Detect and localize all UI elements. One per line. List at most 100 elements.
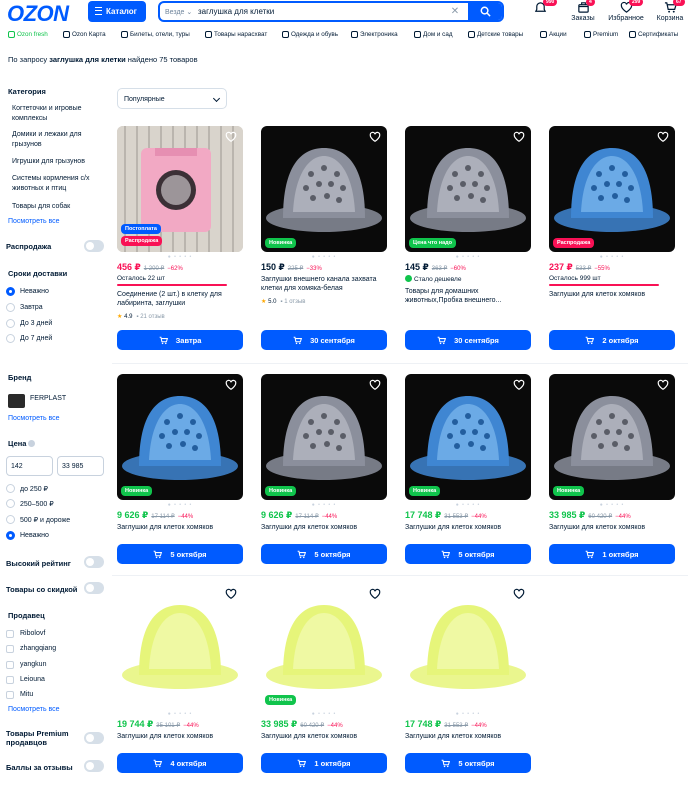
product-title[interactable]: Заглушки для клеток хомяков (549, 290, 673, 299)
nav-item[interactable]: Сертификаты (629, 31, 678, 38)
nav-item[interactable]: Акции (540, 31, 567, 38)
categories-see-all-link[interactable]: Посмотреть все (8, 218, 60, 225)
product-image[interactable]: Новинка (261, 583, 387, 709)
category-item[interactable]: Товары для собак (12, 202, 104, 212)
review-count[interactable]: ▪ 1 отзыв (280, 299, 305, 305)
image-pager-dots[interactable]: ● • • • • (117, 711, 243, 717)
add-to-cart-button[interactable]: 30 сентября (261, 330, 387, 350)
product-title[interactable]: Заглушки для клеток хомяков (261, 523, 385, 532)
review-points-toggle[interactable] (84, 760, 104, 772)
add-to-cart-button[interactable]: 5 октября (405, 753, 531, 773)
add-to-cart-button[interactable]: 4 октября (117, 753, 243, 773)
heart-icon[interactable] (225, 131, 237, 143)
nav-item[interactable]: Ozon fresh (8, 31, 48, 38)
nav-item[interactable]: Детские товары (468, 31, 523, 38)
nav-item[interactable]: Одежда и обувь (282, 31, 338, 38)
high-rating-toggle[interactable] (84, 556, 104, 568)
product-image[interactable]: Постоплата Распродажа (117, 126, 243, 252)
heart-icon[interactable] (513, 131, 525, 143)
price-radio[interactable] (6, 484, 15, 493)
product-image[interactable]: Распродажа (549, 126, 675, 252)
category-item[interactable]: Системы кормления с/х животных и птиц (12, 174, 104, 194)
nav-item[interactable]: Premium (584, 31, 618, 38)
product-title[interactable]: Заглушки для клеток хомяков (405, 732, 529, 741)
add-to-cart-button[interactable]: 5 октября (261, 544, 387, 564)
product-title[interactable]: Заглушки для клеток хомяков (405, 523, 529, 532)
sale-toggle[interactable] (84, 240, 104, 252)
product-image[interactable]: Новинка (117, 374, 243, 500)
delivery-radio[interactable] (6, 287, 15, 296)
image-pager-dots[interactable]: ● • • • • (549, 254, 675, 260)
product-image[interactable] (405, 583, 531, 709)
heart-icon[interactable] (369, 131, 381, 143)
sort-select[interactable]: Популярные (117, 88, 227, 109)
review-count[interactable]: ▪ 21 отзыв (136, 314, 164, 320)
delivery-radio[interactable] (6, 303, 15, 312)
add-to-cart-button[interactable]: 1 октября (261, 753, 387, 773)
nav-item[interactable]: Дом и сад (414, 31, 453, 38)
image-pager-dots[interactable]: ● • • • • (261, 711, 387, 717)
search-scope-select[interactable]: Везде ⌄ (160, 8, 198, 16)
product-title[interactable]: Заглушки для клеток хомяков (117, 732, 241, 741)
product-title[interactable]: Заглушки для клеток хомяков (549, 523, 673, 532)
add-to-cart-button[interactable]: 30 сентября (405, 330, 531, 350)
price-radio[interactable] (6, 531, 15, 540)
category-item[interactable]: Домики и лежаки для грызунов (12, 130, 104, 150)
add-to-cart-button[interactable]: Завтра (117, 330, 243, 350)
heart-icon[interactable] (513, 588, 525, 600)
search-button[interactable] (468, 3, 502, 20)
product-title[interactable]: Заглушки для клеток хомяков (117, 523, 241, 532)
product-title[interactable]: Товары для домашних животных,Пробка внеш… (405, 287, 529, 305)
search-input[interactable] (198, 3, 448, 20)
ozon-logo[interactable]: OZON (7, 1, 69, 27)
product-image[interactable]: Новинка (549, 374, 675, 500)
bell-header-button[interactable]: 990 (520, 0, 560, 15)
discount-toggle[interactable] (84, 582, 104, 594)
brand-option[interactable]: FERPLAST (30, 395, 66, 402)
image-pager-dots[interactable]: ● • • • • (405, 711, 531, 717)
box-header-button[interactable]: 4 Заказы (563, 0, 603, 22)
info-icon[interactable] (28, 440, 35, 447)
price-radio[interactable] (6, 499, 15, 508)
product-image[interactable]: Новинка (261, 126, 387, 252)
add-to-cart-button[interactable]: 5 октября (405, 544, 531, 564)
category-item[interactable]: Когтеточки и игровые комплексы (12, 104, 104, 124)
heart-header-button[interactable]: 299 Избранное (606, 0, 646, 22)
category-item[interactable]: Игрушки для грызунов (12, 157, 104, 167)
seller-checkbox[interactable] (6, 661, 14, 669)
image-pager-dots[interactable]: ● • • • • (117, 254, 243, 260)
product-image[interactable]: Новинка (261, 374, 387, 500)
delivery-radio[interactable] (6, 319, 15, 328)
image-pager-dots[interactable]: ● • • • • (405, 502, 531, 508)
heart-icon[interactable] (513, 379, 525, 391)
product-image[interactable]: Новинка (405, 374, 531, 500)
image-pager-dots[interactable]: ● • • • • (117, 502, 243, 508)
image-pager-dots[interactable]: ● • • • • (261, 254, 387, 260)
nav-item[interactable]: Ozon Карта (63, 31, 106, 38)
nav-item[interactable]: Товары нарасхват (205, 31, 267, 38)
seller-checkbox[interactable] (6, 691, 14, 699)
seller-checkbox[interactable] (6, 676, 14, 684)
product-title[interactable]: Заглушки для клеток хомяков (261, 732, 385, 741)
price-radio[interactable] (6, 515, 15, 524)
nav-item[interactable]: Билеты, отели, туры (121, 31, 190, 38)
heart-icon[interactable] (225, 379, 237, 391)
image-pager-dots[interactable]: ● • • • • (261, 502, 387, 508)
heart-icon[interactable] (657, 379, 669, 391)
price-to-input[interactable]: 33 985 (57, 456, 104, 476)
clear-icon[interactable]: ✕ (448, 6, 462, 17)
image-pager-dots[interactable]: ● • • • • (549, 502, 675, 508)
add-to-cart-button[interactable]: 2 октября (549, 330, 675, 350)
premium-toggle[interactable] (84, 732, 104, 744)
heart-icon[interactable] (657, 131, 669, 143)
nav-item[interactable]: Электроника (351, 31, 398, 38)
add-to-cart-button[interactable]: 1 октября (549, 544, 675, 564)
heart-icon[interactable] (369, 588, 381, 600)
product-title[interactable]: Соединение (2 шт.) в клетку для лабиринт… (117, 290, 241, 308)
brands-see-all-link[interactable]: Посмотреть все (8, 415, 60, 422)
cart-header-button[interactable]: 67 Корзина (650, 0, 690, 22)
catalog-button[interactable]: Каталог (88, 1, 146, 22)
price-from-input[interactable]: 142 (6, 456, 53, 476)
seller-checkbox[interactable] (6, 630, 14, 638)
sellers-see-all-link[interactable]: Посмотреть все (8, 706, 60, 713)
